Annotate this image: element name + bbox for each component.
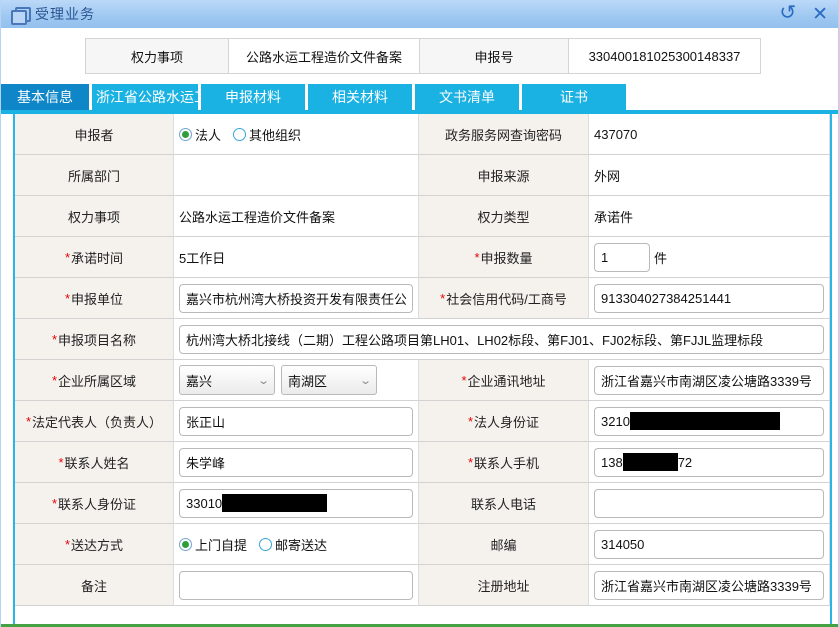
delivery-radio-group: 上门自提 邮寄送达 xyxy=(174,524,419,565)
power-item-header-label: 权力事项 xyxy=(85,38,229,74)
radio-legal-person-label: 法人 xyxy=(195,127,222,143)
radio-mail-delivery[interactable] xyxy=(259,537,273,551)
redaction-bar xyxy=(622,453,678,471)
quantity-cell: 件 xyxy=(589,237,830,278)
department-value xyxy=(174,155,419,196)
tab-certificate[interactable]: 证书 xyxy=(522,84,626,110)
power-item-header-value: 公路水运工程造价文件备案 xyxy=(228,38,420,74)
tab-document-list[interactable]: 文书清单 xyxy=(415,84,519,110)
contact-name-cell xyxy=(174,442,419,483)
address-cell xyxy=(589,360,830,401)
reg-address-label: 注册地址 xyxy=(419,565,589,606)
address-input[interactable] xyxy=(594,365,824,395)
company-cell xyxy=(174,278,419,319)
quantity-label: * 申报数量 xyxy=(419,237,589,278)
quantity-unit: 件 xyxy=(654,250,668,266)
legal-person-cell xyxy=(174,401,419,442)
gov-password-label: 政务服务网查询密码 xyxy=(419,114,589,155)
contact-phone-label: 联系人电话 xyxy=(419,483,589,524)
project-name-input[interactable] xyxy=(179,324,824,354)
title-bar: 受理业务 ↺ ✕ xyxy=(1,0,838,28)
source-label: 申报来源 xyxy=(419,155,589,196)
power-item-label: 权力事项 xyxy=(15,196,174,237)
chevron-down-icon: ⌄ xyxy=(256,374,270,387)
project-name-cell xyxy=(174,319,830,360)
gov-password-value: 437070 xyxy=(589,114,830,155)
quantity-input[interactable] xyxy=(594,242,650,272)
district-select[interactable]: 南湖区 ⌄ xyxy=(281,365,377,395)
declaration-no-value: 330400181025300148337 xyxy=(568,38,761,74)
legal-person-label: * 法定代表人（负责人） xyxy=(15,401,174,442)
legal-id-label: * 法人身份证 xyxy=(419,401,589,442)
contact-phone-cell xyxy=(589,483,830,524)
postcode-cell xyxy=(589,524,830,565)
remark-cell xyxy=(174,565,419,606)
department-label: 所属部门 xyxy=(15,155,174,196)
source-value: 外网 xyxy=(589,155,830,196)
project-name-label: * 申报项目名称 xyxy=(15,319,174,360)
accept-business-window: 受理业务 ↺ ✕ 权力事项 公路水运工程造价文件备案 申报号 330400181… xyxy=(0,0,839,627)
region-cell: 嘉兴 ⌄ 南湖区 ⌄ xyxy=(174,360,419,401)
declarant-label: 申报者 xyxy=(15,114,174,155)
basic-info-form: 申报者 法人 其他组织 政务服务网查询密码 437070 所属部门 申报来源 外… xyxy=(15,114,830,626)
credit-code-cell xyxy=(589,278,830,319)
contact-mobile-input[interactable]: 138 72 xyxy=(594,447,824,477)
tab-bar: 基本信息 浙江省公路水运工 申报材料 相关材料 文书清单 证书 xyxy=(1,84,838,114)
address-label: * 企业通讯地址 xyxy=(419,360,589,401)
reg-address-cell xyxy=(589,565,830,606)
contact-id-cell: 33010 xyxy=(174,483,419,524)
redaction-bar xyxy=(629,412,780,430)
postcode-label: 邮编 xyxy=(419,524,589,565)
refresh-icon[interactable]: ↺ xyxy=(779,3,796,23)
declarant-radio-group: 法人 其他组织 xyxy=(174,114,419,155)
window-title: 受理业务 xyxy=(35,6,95,22)
power-type-label: 权力类型 xyxy=(419,196,589,237)
radio-mail-delivery-label: 邮寄送达 xyxy=(275,537,328,553)
legal-person-input[interactable] xyxy=(179,406,413,436)
reg-address-input[interactable] xyxy=(594,570,824,600)
contact-mobile-label: * 联系人手机 xyxy=(419,442,589,483)
contact-name-input[interactable] xyxy=(179,447,413,477)
radio-other-org[interactable] xyxy=(233,127,247,141)
declaration-header: 权力事项 公路水运工程造价文件备案 申报号 330400181025300148… xyxy=(85,38,838,74)
declaration-no-label: 申报号 xyxy=(419,38,569,74)
contact-id-label: * 联系人身份证 xyxy=(15,483,174,524)
radio-other-org-label: 其他组织 xyxy=(249,127,302,143)
radio-legal-person[interactable] xyxy=(179,127,192,141)
credit-code-label: * 社会信用代码/工商号 xyxy=(419,278,589,319)
tab-zhejiang-highway[interactable]: 浙江省公路水运工 xyxy=(92,84,198,110)
power-type-value: 承诺件 xyxy=(589,196,830,237)
city-select[interactable]: 嘉兴 ⌄ xyxy=(179,365,275,395)
contact-name-label: * 联系人姓名 xyxy=(15,442,174,483)
radio-self-pickup-label: 上门自提 xyxy=(195,537,248,553)
tab-basic-info[interactable]: 基本信息 xyxy=(1,84,89,110)
power-item-value: 公路水运工程造价文件备案 xyxy=(174,196,419,237)
contact-id-input[interactable]: 33010 xyxy=(179,488,413,518)
legal-id-input[interactable]: 3210 xyxy=(594,406,824,436)
redaction-bar xyxy=(222,494,328,512)
promise-time-value: 5工作日 xyxy=(174,237,419,278)
company-input[interactable] xyxy=(179,283,413,313)
remark-label: 备注 xyxy=(15,565,174,606)
promise-time-label: * 承诺时间 xyxy=(15,237,174,278)
window-icon xyxy=(11,6,31,25)
legal-id-cell: 3210 xyxy=(589,401,830,442)
form-body: 申报者 法人 其他组织 政务服务网查询密码 437070 所属部门 申报来源 外… xyxy=(1,114,838,626)
tab-declaration-materials[interactable]: 申报材料 xyxy=(201,84,305,110)
right-margin xyxy=(832,114,838,626)
tab-related-materials[interactable]: 相关材料 xyxy=(308,84,412,110)
contact-mobile-cell: 138 72 xyxy=(589,442,830,483)
close-icon[interactable]: ✕ xyxy=(812,5,828,24)
chevron-down-icon: ⌄ xyxy=(358,374,372,387)
postcode-input[interactable] xyxy=(594,529,824,559)
left-margin xyxy=(1,114,13,626)
radio-self-pickup[interactable] xyxy=(179,537,192,551)
remark-input[interactable] xyxy=(179,570,413,600)
delivery-label: * 送达方式 xyxy=(15,524,174,565)
region-label: * 企业所属区域 xyxy=(15,360,174,401)
contact-phone-input[interactable] xyxy=(594,488,824,518)
company-label: * 申报单位 xyxy=(15,278,174,319)
credit-code-input[interactable] xyxy=(594,283,824,313)
